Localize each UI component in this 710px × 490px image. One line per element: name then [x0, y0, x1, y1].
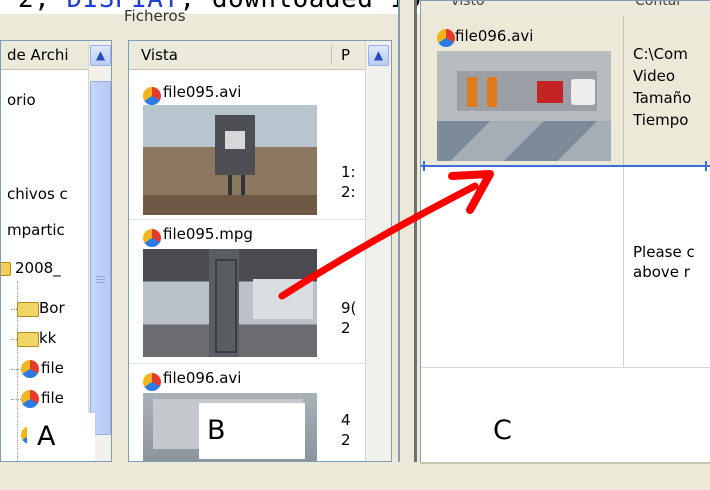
file-info: 2: — [341, 183, 356, 201]
folder-icon — [1, 262, 11, 276]
list-header: Vista P — [129, 41, 391, 70]
media-file-icon — [143, 373, 161, 391]
annotation-label-a: A — [27, 413, 95, 461]
annotation-label-b: B — [199, 403, 305, 459]
detail-header: visto Contar — [421, 1, 710, 16]
bottom-edge — [420, 462, 710, 464]
video-thumbnail — [143, 249, 317, 357]
tree-item[interactable]: orio — [7, 91, 36, 109]
file-info: 2 — [341, 319, 351, 337]
label-b-text: B — [207, 415, 226, 446]
column-p[interactable]: P — [341, 41, 350, 69]
detail-panel[interactable]: visto Contar file096.avi C:\Com Video Ta… — [420, 0, 710, 464]
video-thumbnail — [437, 51, 611, 161]
media-file-icon — [21, 390, 39, 408]
tree-item-label: file — [41, 359, 64, 377]
caption-part1: 2, — [18, 0, 66, 14]
splitter-line — [398, 0, 400, 490]
file-name: file095.mpg — [163, 225, 253, 243]
media-file-icon — [143, 87, 161, 105]
tree-item-label: kk — [39, 329, 57, 347]
list-row[interactable]: file095.avi 1: 2: — [129, 75, 365, 220]
tree-scroll-up-button[interactable]: ▲ — [90, 45, 111, 66]
tree-header-label: de Archi — [7, 46, 69, 64]
file-info: 9( — [341, 299, 357, 317]
message-line: above r — [633, 263, 690, 281]
message-line: Please c — [633, 243, 695, 261]
detail-file-name: file096.avi — [455, 27, 534, 45]
folder-icon — [17, 332, 39, 347]
tree-scrollbar[interactable]: ▲ — [88, 41, 111, 461]
media-file-icon — [143, 229, 161, 247]
detail-header-left: visto — [451, 1, 485, 9]
detail-header-right: Contar — [635, 1, 683, 9]
annotation-label-c: C — [493, 415, 512, 446]
tree-item-label: file — [41, 389, 64, 407]
tree-item[interactable]: chivos c — [7, 185, 68, 203]
tree-item[interactable]: mpartic — [7, 221, 65, 239]
tree-item-label: Bor — [39, 299, 65, 317]
media-file-icon — [21, 360, 39, 378]
detail-time: Tiempo — [633, 111, 689, 129]
folder-icon — [17, 302, 39, 317]
splitter-line — [414, 0, 417, 490]
tree-scroll-thumb[interactable] — [90, 81, 111, 435]
file-name: file095.avi — [163, 83, 242, 101]
detail-row-selected[interactable]: file096.avi C:\Com Video Tamaño Tiempo — [421, 15, 710, 165]
list-scroll-up-button[interactable]: ▲ — [368, 45, 389, 66]
media-file-icon — [437, 29, 455, 47]
label-a-text: A — [37, 421, 56, 452]
folder-tree-panel[interactable]: de Archi ▲ orio chivos c mpartic 2008_ B… — [0, 40, 112, 462]
detail-path: C:\Com — [633, 45, 688, 63]
file-info: 4 — [341, 411, 351, 429]
column-vista[interactable]: Vista — [141, 41, 178, 69]
ficheros-title: Ficheros — [124, 7, 186, 25]
file-name: file096.avi — [163, 369, 242, 387]
detail-size: Tamaño — [633, 89, 692, 107]
file-info: 1: — [341, 163, 356, 181]
video-thumbnail — [143, 105, 317, 215]
tree-item-label: 2008_ — [15, 259, 61, 277]
list-scrollbar[interactable]: ▲ — [365, 41, 391, 461]
detail-row-message[interactable]: Please c above r — [421, 167, 710, 368]
detail-type: Video — [633, 67, 676, 85]
file-list-panel[interactable]: Vista P ▲ file095.avi 1: 2: file095.mpg … — [128, 40, 392, 462]
file-info: 2 — [341, 431, 351, 449]
list-row[interactable]: file096.avi 4 2 B — [129, 363, 365, 461]
bottom-strip — [0, 462, 710, 490]
list-row[interactable]: file095.mpg 9( 2 — [129, 219, 365, 364]
